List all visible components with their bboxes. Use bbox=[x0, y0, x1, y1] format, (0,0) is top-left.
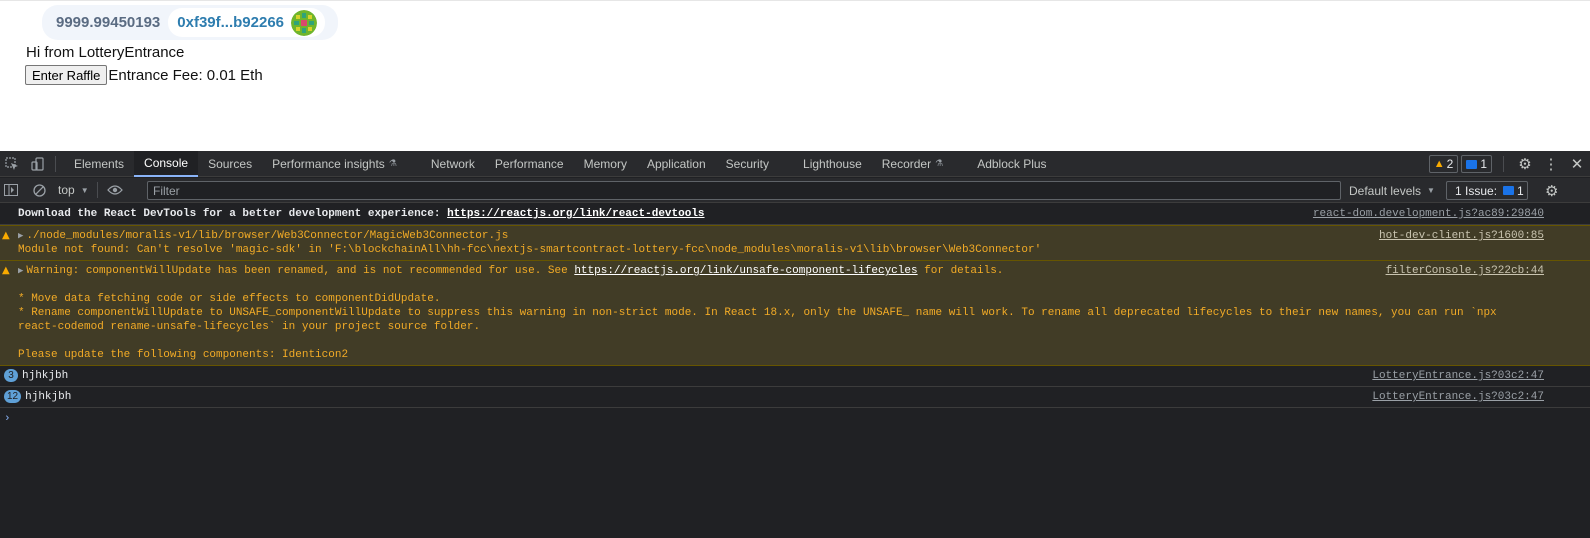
tab-elements[interactable]: Elements bbox=[64, 151, 134, 177]
tab-recorder[interactable]: Recorder ⚗ bbox=[872, 151, 953, 177]
toolbar-separator bbox=[96, 182, 98, 198]
chevron-down-icon: ▼ bbox=[1427, 186, 1435, 195]
warning-suffix: for details. bbox=[917, 265, 1004, 277]
identicon-avatar bbox=[291, 9, 318, 36]
console-filter-input[interactable]: Filter bbox=[147, 181, 1341, 200]
expand-triangle-icon[interactable]: ▶ bbox=[18, 266, 23, 276]
settings-gear-icon[interactable]: ⚙ bbox=[1512, 151, 1538, 177]
warning-icon: ▲ bbox=[2, 230, 10, 241]
tab-separator bbox=[55, 155, 56, 172]
issues-count: 1 bbox=[1517, 183, 1524, 198]
tab-network[interactable]: Network bbox=[421, 151, 485, 177]
tab-performance-insights[interactable]: Performance insights ⚗ bbox=[262, 151, 407, 177]
context-selector-value: top bbox=[58, 183, 75, 197]
warning-icon: ▲ bbox=[2, 265, 10, 276]
wallet-connect-widget[interactable]: 9999.99450193 0xf39f...b92266 bbox=[42, 5, 338, 40]
message-icon bbox=[1503, 186, 1515, 195]
console-prompt[interactable]: › bbox=[0, 408, 1590, 430]
warnings-badge[interactable]: ▲ 2 bbox=[1428, 155, 1459, 173]
source-link[interactable]: filterConsole.js?22cb:44 bbox=[1386, 264, 1544, 278]
tab-performance-insights-label: Performance insights bbox=[272, 156, 385, 171]
tab-console[interactable]: Console bbox=[134, 150, 199, 177]
console-log-row: 12 hjhkjbh LotteryEntrance.js?03c2:47 bbox=[0, 387, 1590, 408]
messages-badge[interactable]: 1 bbox=[1461, 155, 1492, 173]
log-text: hjhkjbh bbox=[22, 370, 69, 382]
devtools-tabbar-right: ▲ 2 1 ⚙ ⋮ ✕ bbox=[1428, 151, 1590, 177]
warning-icon: ▲ bbox=[1433, 158, 1445, 170]
devtools-panel: Elements Console Sources Performance ins… bbox=[0, 150, 1590, 538]
source-link[interactable]: react-dom.development.js?ac89:29840 bbox=[1313, 207, 1544, 221]
unsafe-lifecycles-link[interactable]: https://reactjs.org/link/unsafe-componen… bbox=[574, 265, 917, 277]
react-devtools-link[interactable]: https://reactjs.org/link/react-devtools bbox=[447, 208, 704, 220]
chevron-down-icon: ▼ bbox=[80, 185, 89, 195]
clear-console-icon[interactable] bbox=[30, 181, 48, 199]
inspect-element-icon[interactable] bbox=[3, 155, 21, 173]
context-selector[interactable]: top ▼ bbox=[58, 183, 89, 197]
console-warning-lifecycle[interactable]: ▲ ▶ Warning: componentWillUpdate has been … bbox=[0, 261, 1590, 366]
warning-prefix: Warning: componentWillUpdate has been re… bbox=[26, 265, 575, 277]
flask-icon: ⚗ bbox=[935, 158, 944, 168]
source-link[interactable]: LotteryEntrance.js?03c2:47 bbox=[1372, 369, 1544, 383]
devtools-tabbar: Elements Console Sources Performance ins… bbox=[0, 150, 1590, 177]
log-text: hjhkjbh bbox=[25, 391, 72, 403]
repeat-count-badge: 3 bbox=[4, 369, 18, 382]
warnings-count: 2 bbox=[1446, 157, 1454, 171]
log-levels-dropdown[interactable]: Default levels ▼ bbox=[1349, 178, 1435, 203]
prompt-chevron-icon: › bbox=[4, 413, 11, 425]
console-toolbar: top ▼ Filter Default levels ▼ 1 Issue: 1… bbox=[0, 178, 1590, 203]
issues-label: 1 Issue: bbox=[1455, 183, 1498, 198]
source-link[interactable]: hot-dev-client.js?1600:85 bbox=[1379, 229, 1544, 243]
web-page: 9999.99450193 0xf39f...b92266 Hi from Lo… bbox=[0, 0, 1590, 151]
warning-body: * Move data fetching code or side effect… bbox=[18, 293, 1497, 361]
console-log-row: 3 hjhkjbh LotteryEntrance.js?03c2:47 bbox=[0, 366, 1590, 387]
repeat-count-badge: 12 bbox=[4, 390, 22, 403]
tab-security[interactable]: Security bbox=[716, 151, 779, 177]
source-link[interactable]: LotteryEntrance.js?03c2:47 bbox=[1372, 390, 1544, 404]
flask-icon: ⚗ bbox=[388, 158, 397, 168]
tab-recorder-label: Recorder bbox=[881, 156, 932, 171]
tab-sources[interactable]: Sources bbox=[198, 151, 262, 177]
issues-button[interactable]: 1 Issue: 1 bbox=[1446, 181, 1528, 200]
expand-triangle-icon[interactable]: ▶ bbox=[18, 231, 23, 241]
tab-application[interactable]: Application bbox=[637, 151, 716, 177]
sidebar-toggle-icon[interactable] bbox=[2, 181, 20, 199]
entrance-fee-text: Entrance Fee: 0.01 Eth bbox=[108, 66, 263, 84]
more-options-icon[interactable]: ⋮ bbox=[1538, 151, 1564, 177]
console-message-react-devtools: Download the React DevTools for a better… bbox=[0, 204, 1590, 225]
console-warning-module-not-found[interactable]: ▲ ▶ ./node_modules/moralis-v1/lib/browser/… bbox=[0, 225, 1590, 261]
tab-lighthouse[interactable]: Lighthouse bbox=[793, 151, 872, 177]
wallet-address-chip[interactable]: 0xf39f...b92266 bbox=[168, 8, 326, 37]
log-levels-value: Default levels bbox=[1349, 183, 1422, 198]
message-text: Download the React DevTools for a better… bbox=[18, 208, 448, 220]
warning-line-2: Module not found: Can't resolve 'magic-s… bbox=[18, 244, 1042, 256]
tab-separator bbox=[1503, 156, 1504, 172]
console-messages: Download the React DevTools for a better… bbox=[0, 204, 1590, 430]
message-icon bbox=[1466, 159, 1478, 169]
close-devtools-icon[interactable]: ✕ bbox=[1564, 151, 1590, 177]
enter-raffle-button[interactable]: Enter Raffle bbox=[25, 65, 108, 85]
warning-line-1: ./node_modules/moralis-v1/lib/browser/We… bbox=[26, 230, 509, 242]
live-expression-eye-icon[interactable] bbox=[106, 181, 124, 199]
tab-performance[interactable]: Performance bbox=[485, 151, 574, 177]
greeting-text: Hi from LotteryEntrance bbox=[26, 44, 185, 61]
tab-adblock-plus[interactable]: Adblock Plus bbox=[967, 151, 1056, 177]
messages-count: 1 bbox=[1480, 157, 1487, 171]
wallet-address: 0xf39f...b92266 bbox=[177, 14, 285, 31]
wallet-balance: 9999.99450193 bbox=[56, 14, 161, 31]
raffle-row: Enter Raffle Entrance Fee: 0.01 Eth bbox=[25, 65, 263, 85]
device-toolbar-icon[interactable] bbox=[29, 155, 47, 173]
tab-memory[interactable]: Memory bbox=[574, 151, 637, 177]
console-settings-gear-icon[interactable]: ⚙ bbox=[1545, 178, 1565, 203]
